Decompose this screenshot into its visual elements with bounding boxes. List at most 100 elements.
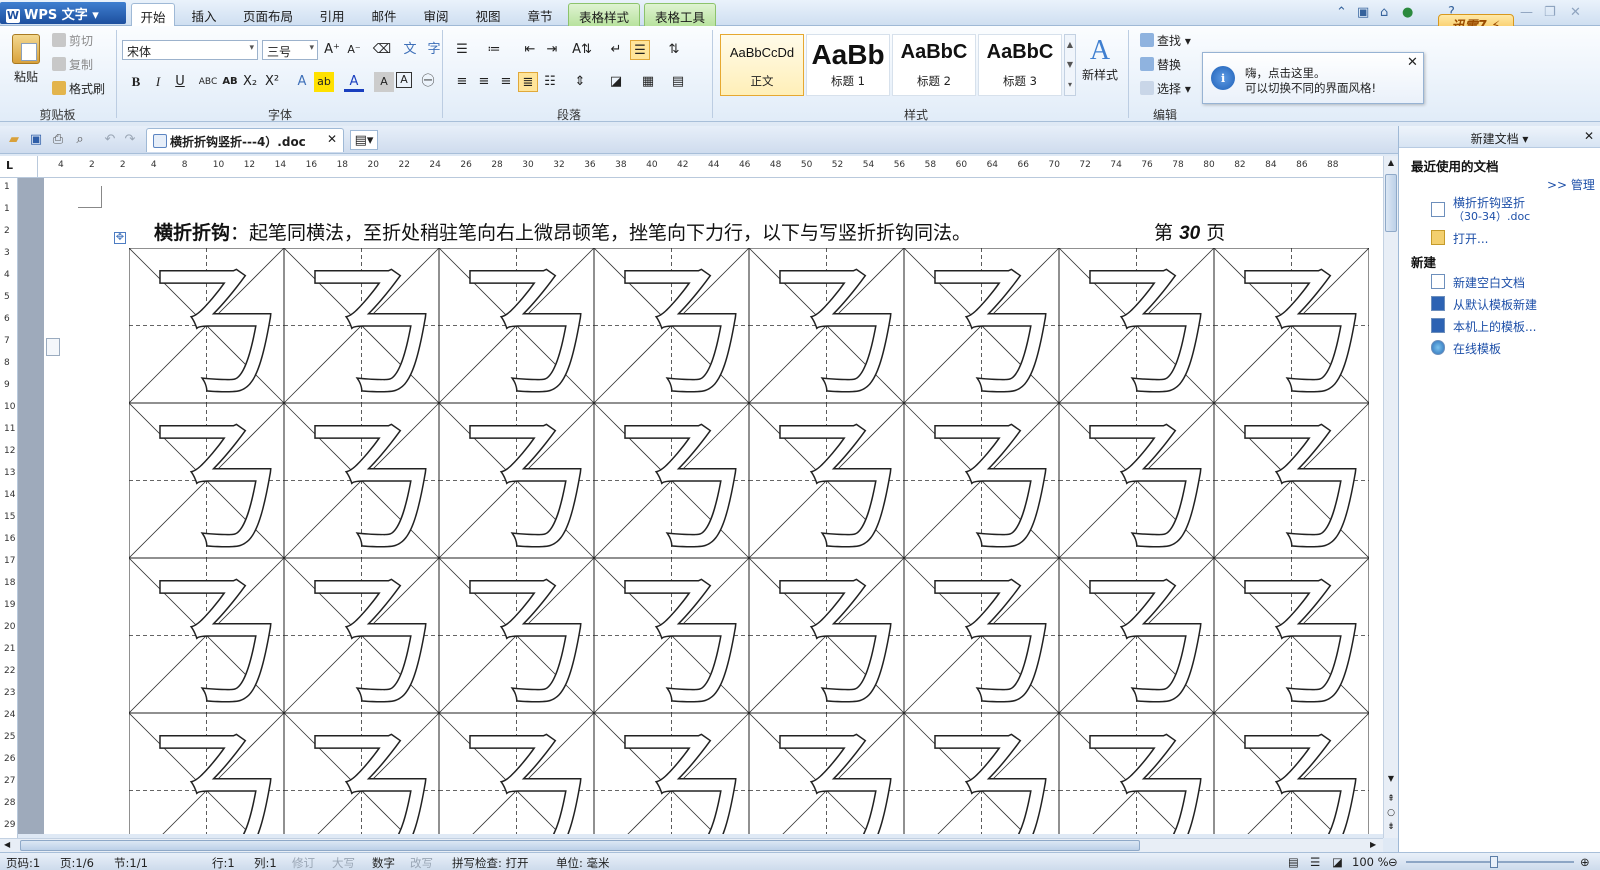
undo-icon[interactable]: ↶ [100,130,120,150]
zoom-slider-thumb[interactable] [1490,856,1498,868]
local-template-link[interactable]: 本机上的模板... [1453,318,1536,335]
skin-icon[interactable]: ▣ [1357,5,1369,20]
style-heading-3[interactable]: AaBbC 标题 3 [978,34,1062,96]
minimize-icon[interactable]: — [1520,5,1533,20]
scroll-left-icon[interactable]: ◀ [4,840,10,849]
tab-home[interactable]: 开始 [131,3,175,26]
scroll-thumb[interactable] [1385,174,1397,232]
style-normal[interactable]: AaBbCcDd 正文 [720,34,804,96]
align-center-icon[interactable]: ≡ [474,72,494,92]
task-pane-header[interactable]: 新建文档 ▾ ✕ [1399,126,1600,148]
increase-indent-icon[interactable]: ⇥ [542,40,562,60]
page[interactable]: ✥ 横折折钩：起笔同横法，至折处稍驻笔向右上微昂顿笔，挫笔向下力行，以下与写竖折… [44,178,1383,834]
sort-icon[interactable]: ⇅ [664,40,684,60]
status-page-code[interactable]: 页码:1 [6,855,40,870]
distribute-icon[interactable]: ☷ [540,72,560,92]
horizontal-ruler[interactable]: 4 2 2 4 8 10 12 14 16 18 20 22 24 26 28 30 32 36 38 40 42 44 4… [38,156,1383,178]
copy-button[interactable]: 复制 [52,56,93,73]
tab-chapter[interactable]: 章节 [518,3,562,26]
save-icon[interactable]: ▣ [26,130,46,150]
web-view-icon[interactable]: ◪ [1332,855,1343,869]
status-overwrite[interactable]: 改写 [410,855,433,870]
hscroll-thumb[interactable] [20,840,1140,851]
show-marks-icon[interactable]: ↵ [606,40,626,60]
scroll-up-icon[interactable]: ▲ [1385,158,1397,170]
styles-scroll[interactable]: ▲ ▼ ▾ [1064,34,1076,96]
online-template-link[interactable]: 在线模板 [1453,340,1501,357]
toggle-format-icon[interactable]: ☰ [630,40,650,60]
page-nav-icon[interactable]: ⇞ ○ ⇟ [1385,792,1397,834]
tab-table-style[interactable]: 表格样式 [568,3,640,26]
char-frame-button[interactable]: A [396,72,412,88]
superscript-button[interactable]: X² [262,72,282,92]
tab-mail[interactable]: 邮件 [362,3,406,26]
open-link[interactable]: 打开... [1453,230,1488,247]
page-view-icon[interactable]: ▤ [1288,855,1299,869]
new-blank-link[interactable]: 新建空白文档 [1453,274,1525,291]
style-heading-2[interactable]: AaBbC 标题 2 [892,34,976,96]
app-menu-button[interactable]: W WPS 文字 ▾ [0,2,126,24]
tab-references[interactable]: 引用 [310,3,354,26]
zoom-level[interactable]: 100 % [1352,855,1389,869]
status-section[interactable]: 节:1/1 [114,855,148,870]
bold-button[interactable]: B [126,72,146,92]
tab-table-tools[interactable]: 表格工具 [644,3,716,26]
find-button[interactable]: 查找 ▾ [1140,32,1191,49]
manage-link[interactable]: >> 管理 [1547,176,1595,193]
clear-format-icon[interactable]: ⌫ [372,40,392,60]
restore-icon[interactable]: ❐ [1544,5,1556,20]
char-shading-button[interactable]: A [374,72,394,92]
from-default-link[interactable]: 从默认模板新建 [1453,296,1537,313]
italic-button[interactable]: I [148,72,168,92]
justify-icon[interactable]: ≣ [518,72,538,92]
close-icon[interactable]: ✕ [1407,55,1418,70]
font-name-combo[interactable]: 宋体 [122,40,258,60]
vertical-scrollbar[interactable]: ▲ ▼ ⇞ ○ ⇟ [1383,156,1398,838]
numbering-icon[interactable]: ≔ [484,40,504,60]
preview-icon[interactable]: ⌕ [70,130,90,150]
tab-view[interactable]: 视图 [466,3,510,26]
tab-review[interactable]: 审阅 [414,3,458,26]
bullets-icon[interactable]: ☰ [452,40,472,60]
select-button[interactable]: 选择 ▾ [1140,80,1191,97]
subscript-button[interactable]: X₂ [240,72,260,92]
vertical-ruler[interactable]: 1 1 2 3 4 5 6 7 8 9 10 11 12 13 14 15 16 17 18 19 20 21 22 23 24… [0,178,18,838]
document-tab[interactable]: 横折折钩竖折---4）.doc ✕ [146,128,344,152]
collapse-icon[interactable]: ⌃ [1336,5,1347,20]
grow-font-icon[interactable]: A⁺ [322,40,342,60]
tab-page-layout[interactable]: 页面布局 [236,3,300,26]
status-revise[interactable]: 修订 [292,855,315,870]
status-spellcheck[interactable]: 拼写检查: 打开 [452,855,529,870]
scroll-down-icon[interactable]: ▼ [1385,774,1397,786]
zoom-in-icon[interactable]: ⊕ [1580,855,1590,869]
redo-icon[interactable]: ↷ [120,130,140,150]
zoom-slider[interactable] [1406,856,1574,868]
close-tab-icon[interactable]: ✕ [327,132,337,146]
scroll-right-icon[interactable]: ▶ [1370,840,1376,849]
status-unit[interactable]: 单位: 毫米 [556,855,610,870]
enclose-char-button[interactable]: ㊀ [418,72,438,92]
horizontal-scrollbar[interactable]: ◀ ▶ [0,838,1383,852]
underline-button[interactable]: U [170,72,190,92]
emphasis-button[interactable]: AB [220,72,240,92]
outline-view-icon[interactable]: ☰ [1310,855,1320,869]
recent-file-link[interactable]: 横折折钩竖折 （30-34）.doc [1453,196,1530,224]
table-move-handle-icon[interactable]: ✥ [114,232,126,244]
paste-button[interactable]: 粘贴 [8,34,44,85]
table-icon[interactable]: ▤ [668,72,688,92]
close-pane-icon[interactable]: ✕ [1584,129,1594,143]
status-page[interactable]: 页:1/6 [60,855,94,870]
format-painter-button[interactable]: 格式刷 [52,80,105,97]
tab-insert[interactable]: 插入 [182,3,226,26]
style-heading-1[interactable]: AaBb 标题 1 [806,34,890,96]
align-left-icon[interactable]: ≡ [452,72,472,92]
home-icon[interactable]: ⌂ [1380,5,1388,20]
note-icon[interactable] [46,338,60,356]
chinese-layout-icon[interactable]: A⇅ [572,40,592,60]
font-color-button[interactable]: A [344,72,364,92]
char-border-icon[interactable]: 字 [424,40,444,60]
phonetic-icon[interactable]: 文 [400,40,420,60]
close-window-icon[interactable]: ✕ [1570,5,1581,20]
highlight-button[interactable]: ab [314,72,334,92]
new-style-button[interactable]: A 新样式 [1080,36,1120,83]
